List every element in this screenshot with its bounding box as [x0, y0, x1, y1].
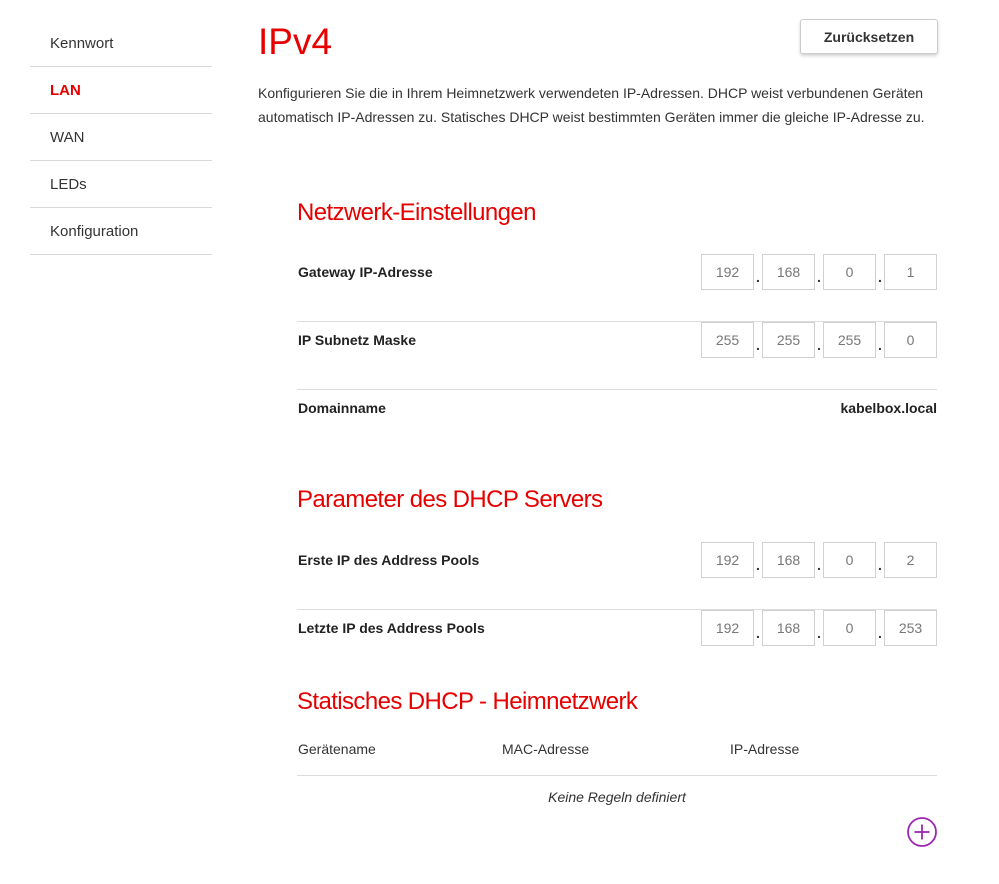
sidebar-item-kennwort[interactable]: Kennwort [30, 20, 212, 67]
domain-name-value: kabelbox.local [840, 400, 937, 416]
add-rule-button[interactable] [906, 816, 938, 848]
pool-last-ip-octet-1[interactable] [701, 610, 754, 646]
pool-last-ip-octet-3[interactable] [823, 610, 876, 646]
octet-separator: . [817, 625, 821, 641]
subnet-mask-octet-3[interactable] [823, 322, 876, 358]
page-description: Konfigurieren Sie die in Ihrem Heimnetzw… [258, 85, 925, 125]
gateway-ip-octet-3[interactable] [823, 254, 876, 290]
sidebar-item-leds[interactable]: LEDs [30, 161, 212, 208]
sidebar-nav: Kennwort LAN WAN LEDs Konfiguration [30, 20, 212, 255]
gateway-ip-octet-1[interactable] [701, 254, 754, 290]
static-dhcp-table-header: Gerätename MAC-Adresse IP-Adresse [297, 732, 937, 776]
octet-separator: . [878, 269, 882, 285]
pool-first-ip-octet-1[interactable] [701, 542, 754, 578]
column-ip-address: IP-Adresse [730, 741, 800, 757]
pool-first-ip-octet-3[interactable] [823, 542, 876, 578]
pool-last-ip-label: Letzte IP des Address Pools [298, 620, 485, 636]
pool-last-ip-octet-2[interactable] [762, 610, 815, 646]
subnet-mask-label: IP Subnetz Maske [298, 332, 417, 348]
domain-name-label: Domainname [298, 400, 386, 416]
pool-last-ip-octet-4[interactable] [884, 610, 937, 646]
octet-separator: . [817, 269, 821, 285]
pool-first-ip-input: . . . [701, 542, 937, 578]
octet-separator: . [756, 557, 760, 573]
pool-first-ip-row: Erste IP des Address Pools . . . [297, 542, 937, 610]
subnet-mask-octet-1[interactable] [701, 322, 754, 358]
dhcp-server-title: Parameter des DHCP Servers [297, 486, 603, 513]
octet-separator: . [817, 557, 821, 573]
pool-last-ip-input: . . . [701, 610, 937, 646]
octet-separator: . [878, 557, 882, 573]
gateway-ip-octet-2[interactable] [762, 254, 815, 290]
octet-separator: . [817, 337, 821, 353]
gateway-ip-row: Gateway IP-Adresse . . . [297, 254, 937, 322]
pool-first-ip-octet-2[interactable] [762, 542, 815, 578]
page-title: IPv4 [258, 21, 333, 62]
sidebar-item-konfiguration[interactable]: Konfiguration [30, 208, 212, 255]
column-device-name: Gerätename [298, 741, 376, 757]
plus-circle-icon [907, 817, 937, 847]
static-dhcp-empty-message: Keine Regeln definiert [548, 789, 686, 805]
pool-first-ip-octet-4[interactable] [884, 542, 937, 578]
pool-last-ip-row: Letzte IP des Address Pools . . . [297, 610, 937, 678]
sidebar-item-wan[interactable]: WAN [30, 114, 212, 161]
reset-button[interactable]: Zurücksetzen [800, 19, 938, 54]
octet-separator: . [756, 625, 760, 641]
octet-separator: . [756, 337, 760, 353]
octet-separator: . [756, 269, 760, 285]
sidebar-item-lan[interactable]: LAN [30, 67, 212, 114]
gateway-ip-label: Gateway IP-Adresse [298, 264, 433, 280]
subnet-mask-octet-4[interactable] [884, 322, 937, 358]
domain-name-row: Domainname kabelbox.local [297, 390, 937, 458]
octet-separator: . [878, 337, 882, 353]
column-mac-address: MAC-Adresse [502, 741, 590, 757]
subnet-mask-octet-2[interactable] [762, 322, 815, 358]
octet-separator: . [878, 625, 882, 641]
static-dhcp-title: Statisches DHCP - Heimnetzwerk [297, 688, 638, 715]
gateway-ip-octet-4[interactable] [884, 254, 937, 290]
network-settings-title: Netzwerk-Einstellungen [297, 199, 537, 226]
pool-first-ip-label: Erste IP des Address Pools [298, 552, 480, 568]
subnet-mask-row: IP Subnetz Maske . . . [297, 322, 937, 390]
gateway-ip-input: . . . [701, 254, 937, 290]
subnet-mask-input: . . . [701, 322, 937, 358]
